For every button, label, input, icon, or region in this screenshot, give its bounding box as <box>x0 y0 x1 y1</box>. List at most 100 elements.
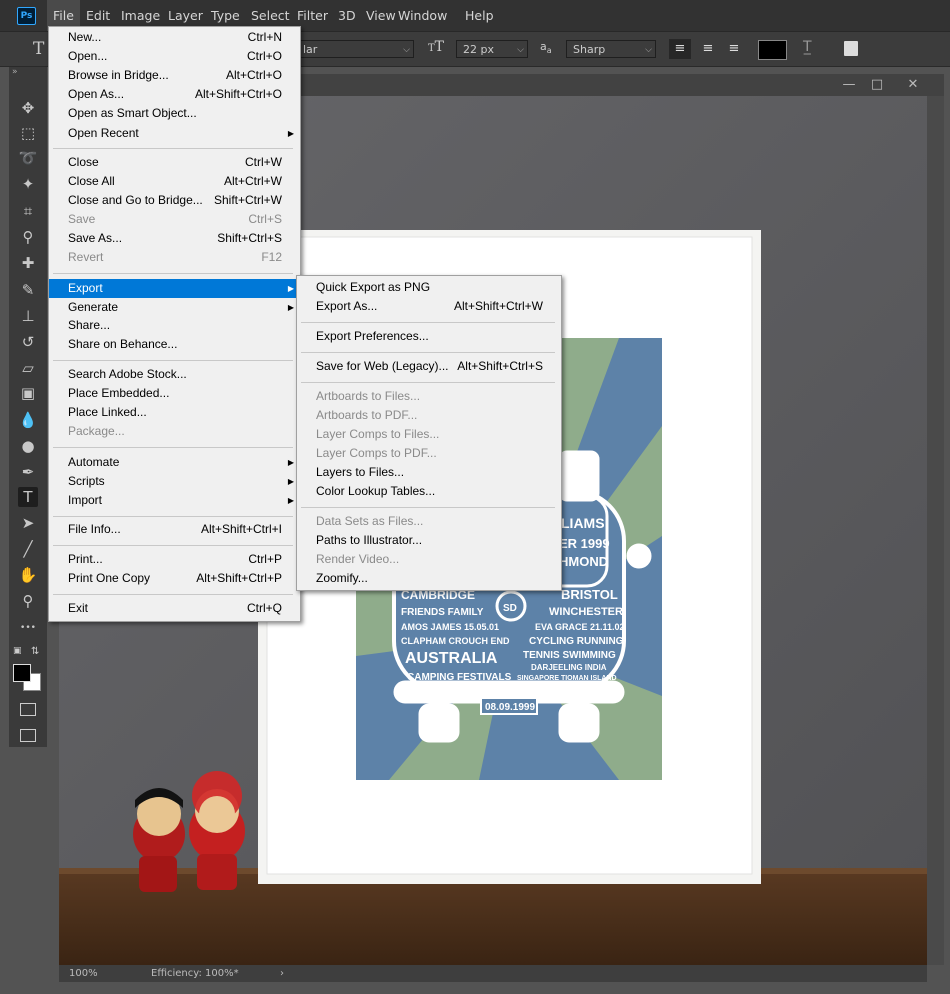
eraser-tool-icon[interactable]: ▱ <box>18 358 38 378</box>
collapse-panel-icon[interactable]: » <box>12 67 18 77</box>
menu-item-automate[interactable]: Automate ▶ <box>49 453 300 472</box>
healing-brush-tool-icon[interactable]: ✚ <box>18 253 38 273</box>
minimize-icon[interactable]: — <box>837 74 861 96</box>
submenu-arrow-icon: ▶ <box>287 477 294 486</box>
swap-colors-icon[interactable]: ⇅ <box>31 646 39 657</box>
align-right-icon[interactable]: ≡ <box>723 39 745 59</box>
menu-item-generate[interactable]: Generate ▶ <box>49 298 300 317</box>
pen-tool-icon[interactable]: ✒ <box>18 462 38 482</box>
menu-item-export[interactable]: Export ▶ <box>49 279 300 298</box>
menu-item-close-all[interactable]: Close All Alt+Ctrl+W <box>49 172 300 191</box>
menu-item-search-adobe-stock[interactable]: Search Adobe Stock... <box>49 365 300 384</box>
menu-item-open-recent[interactable]: Open Recent ▶ <box>49 124 300 143</box>
svg-text:TENNIS SWIMMING: TENNIS SWIMMING <box>523 650 616 661</box>
more-tools-icon[interactable]: ••• <box>18 618 38 638</box>
screen-mode-icon[interactable] <box>20 729 36 742</box>
blur-tool-icon[interactable]: 💧 <box>18 410 38 430</box>
menu-item-new[interactable]: New... Ctrl+N <box>49 28 300 47</box>
menu-item-label: Scripts <box>68 474 105 488</box>
align-left-icon[interactable]: ≡ <box>669 39 691 59</box>
vertical-scrollbar[interactable] <box>927 96 944 965</box>
menu-item-open[interactable]: Open... Ctrl+O <box>49 47 300 66</box>
text-color-swatch[interactable] <box>758 40 787 60</box>
menu-item-place-linked[interactable]: Place Linked... <box>49 403 300 422</box>
restore-icon[interactable]: □ <box>865 74 889 96</box>
gradient-tool-icon[interactable]: ▣ <box>18 383 38 403</box>
type-tool-icon[interactable]: T <box>18 487 38 507</box>
font-style-select[interactable]: lar ⌵ <box>296 40 414 58</box>
menu-3d[interactable]: 3D <box>332 0 362 31</box>
menu-item-export-preferences[interactable]: Export Preferences... <box>297 327 561 346</box>
menu-item-label: Layers to Files... <box>316 465 405 479</box>
crop-tool-icon[interactable]: ⌗ <box>18 201 38 221</box>
svg-text:FRIENDS FAMILY: FRIENDS FAMILY <box>401 607 484 618</box>
dodge-tool-icon[interactable]: ● <box>18 436 38 456</box>
menu-item-label: Search Adobe Stock... <box>68 367 187 381</box>
menu-item-color-lookup-tables[interactable]: Color Lookup Tables... <box>297 482 561 501</box>
menu-item-close[interactable]: Close Ctrl+W <box>49 153 300 172</box>
menu-item-label: Open Recent <box>68 126 139 140</box>
menu-item-open-as-smart-object[interactable]: Open as Smart Object... <box>49 104 300 123</box>
menu-item-browse-in-bridge[interactable]: Browse in Bridge... Alt+Ctrl+O <box>49 66 300 85</box>
menu-item-file-info[interactable]: File Info... Alt+Shift+Ctrl+I <box>49 520 300 539</box>
menu-item-print[interactable]: Print... Ctrl+P <box>49 550 300 569</box>
anti-alias-select[interactable]: Sharp ⌵ <box>566 40 656 58</box>
menu-item-quick-export-as-png[interactable]: Quick Export as PNG <box>297 278 561 297</box>
path-selection-tool-icon[interactable]: ➤ <box>18 513 38 533</box>
menu-item-save-for-web-legacy[interactable]: Save for Web (Legacy)... Alt+Shift+Ctrl+S <box>297 357 561 376</box>
menu-item-scripts[interactable]: Scripts ▶ <box>49 472 300 491</box>
character-panel-icon[interactable] <box>844 41 858 56</box>
close-icon[interactable]: ✕ <box>901 74 925 96</box>
menu-item-share-on-behance[interactable]: Share on Behance... <box>49 335 300 354</box>
menu-item-shortcut: Ctrl+W <box>245 155 282 169</box>
lasso-tool-icon[interactable]: ➰ <box>18 148 38 168</box>
menu-item-paths-to-illustrator[interactable]: Paths to Illustrator... <box>297 531 561 550</box>
menu-item-share[interactable]: Share... <box>49 316 300 335</box>
align-center-icon[interactable]: ≡ <box>697 39 719 59</box>
menu-item-print-one-copy[interactable]: Print One Copy Alt+Shift+Ctrl+P <box>49 569 300 588</box>
svg-text:AMOS JAMES 15.05.01: AMOS JAMES 15.05.01 <box>401 622 499 632</box>
menu-separator <box>53 360 293 361</box>
menu-item-zoomify[interactable]: Zoomify... <box>297 569 561 588</box>
move-tool-icon[interactable]: ✥ <box>18 98 38 118</box>
menu-separator <box>301 352 555 353</box>
hand-tool-icon[interactable]: ✋ <box>18 565 38 585</box>
menu-item-close-and-go-to-bridge[interactable]: Close and Go to Bridge... Shift+Ctrl+W <box>49 191 300 210</box>
menu-item-label: Quick Export as PNG <box>316 280 431 294</box>
submenu-arrow-icon: ▶ <box>287 458 294 467</box>
menu-item-data-sets-as-files: Data Sets as Files... <box>297 512 561 531</box>
default-colors-icon[interactable]: ▣ <box>13 646 22 656</box>
menu-item-exit[interactable]: Exit Ctrl+Q <box>49 599 300 618</box>
menu-help[interactable]: Help <box>459 0 500 31</box>
status-arrow-icon[interactable]: › <box>280 965 284 982</box>
menu-item-save: Save Ctrl+S <box>49 210 300 229</box>
history-brush-tool-icon[interactable]: ↺ <box>18 332 38 352</box>
menu-item-label: Save As... <box>68 231 123 245</box>
font-size-select[interactable]: 22 px ⌵ <box>456 40 528 58</box>
menu-separator <box>301 382 555 383</box>
menu-item-layers-to-files[interactable]: Layers to Files... <box>297 463 561 482</box>
menu-separator <box>53 516 293 517</box>
chevron-down-icon: ⌵ <box>645 45 652 55</box>
magic-wand-tool-icon[interactable]: ✦ <box>18 174 38 194</box>
type-tool-icon[interactable]: T <box>33 39 44 59</box>
quick-mask-icon[interactable] <box>20 703 36 716</box>
zoom-tool-icon[interactable]: ⚲ <box>18 591 38 611</box>
zoom-level[interactable]: 100% <box>69 965 98 982</box>
menu-window[interactable]: Window <box>392 0 453 31</box>
menu-item-open-as[interactable]: Open As... Alt+Shift+Ctrl+O <box>49 85 300 104</box>
menu-item-label: Generate <box>68 300 119 314</box>
clone-stamp-tool-icon[interactable]: ⊥ <box>18 306 38 326</box>
warp-text-icon[interactable]: T̲ <box>803 39 812 55</box>
menu-item-place-embedded[interactable]: Place Embedded... <box>49 384 300 403</box>
marquee-tool-icon[interactable]: ⬚ <box>18 123 38 143</box>
photoshop-logo-icon[interactable]: Ps <box>17 7 36 25</box>
brush-tool-icon[interactable]: ✎ <box>18 280 38 300</box>
menu-item-import[interactable]: Import ▶ <box>49 491 300 510</box>
eyedropper-tool-icon[interactable]: ⚲ <box>18 227 38 247</box>
foreground-color-swatch[interactable] <box>13 664 31 682</box>
line-tool-icon[interactable]: ╱ <box>18 539 38 559</box>
menu-item-save-as[interactable]: Save As... Shift+Ctrl+S <box>49 229 300 248</box>
menu-item-label: Close and Go to Bridge... <box>68 193 203 207</box>
menu-item-export-as[interactable]: Export As... Alt+Shift+Ctrl+W <box>297 297 561 316</box>
